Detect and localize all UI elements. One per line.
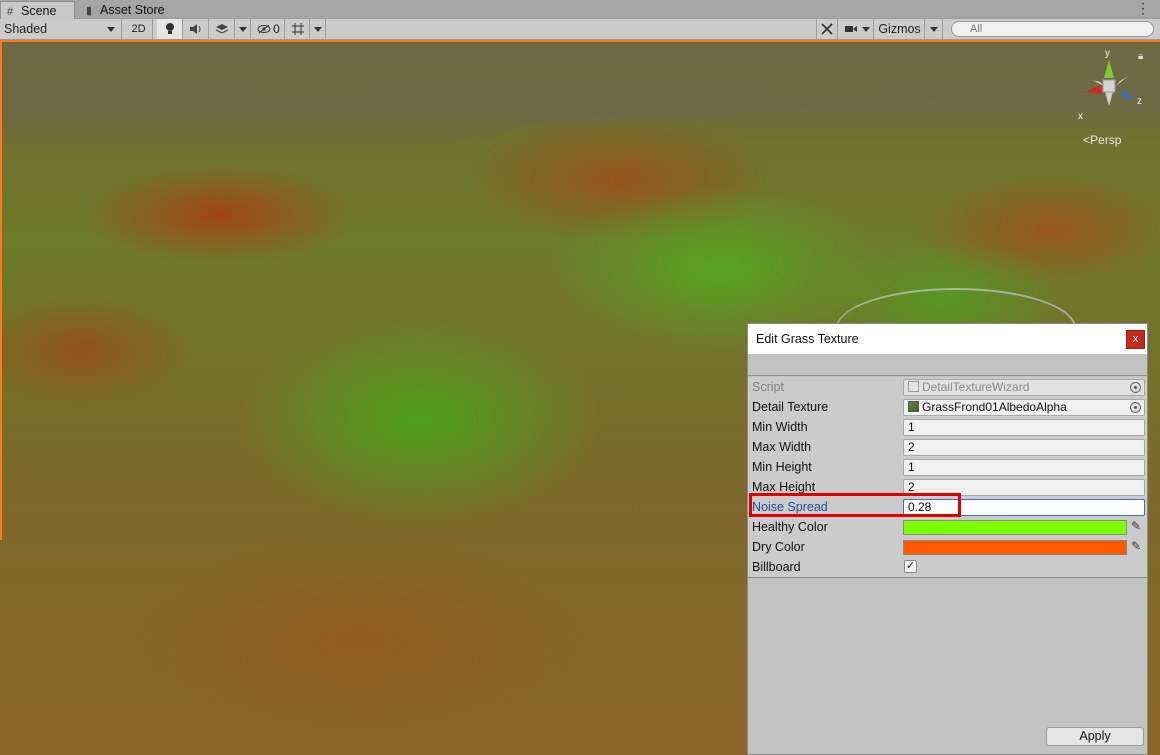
- chevron-down-icon: [929, 26, 938, 32]
- more-options-icon[interactable]: ⋮: [1136, 0, 1150, 17]
- audio-toggle-button[interactable]: [183, 19, 209, 39]
- close-button[interactable]: x: [1126, 330, 1145, 349]
- layers-icon: [215, 24, 228, 34]
- 2d-toggle-button[interactable]: 2D: [125, 19, 153, 39]
- neg-y-axis-cone: [1105, 92, 1113, 106]
- scene-sky: [0, 40, 1160, 150]
- tab-asset-store-label: Asset Store: [100, 3, 165, 17]
- property-row-min-height: Min Height 1: [748, 457, 1147, 477]
- max-height-field[interactable]: 2: [903, 479, 1145, 496]
- scene-visibility-button[interactable]: 0: [253, 19, 285, 39]
- shading-mode-dropdown[interactable]: Shaded: [0, 19, 122, 39]
- z-axis-cone: [1120, 89, 1136, 100]
- selection-outline-edge: [0, 40, 2, 540]
- dry-color-label: Dry Color: [752, 540, 805, 554]
- property-row-max-height: Max Height 2: [748, 477, 1147, 497]
- billboard-label: Billboard: [752, 560, 801, 574]
- tab-scene[interactable]: # Scene: [0, 1, 75, 19]
- script-label: Script: [752, 380, 784, 394]
- hidden-eye-icon: [257, 24, 271, 34]
- tools-button[interactable]: [816, 19, 838, 39]
- speaker-icon: [189, 24, 200, 34]
- effects-toggle-button[interactable]: [209, 19, 235, 39]
- projection-label: Persp: [1090, 133, 1122, 147]
- max-width-field[interactable]: 2: [903, 439, 1145, 456]
- property-row-min-width: Min Width 1: [748, 417, 1147, 437]
- property-row-script: Script DetailTextureWizard: [748, 377, 1147, 397]
- chevron-down-icon: [861, 26, 870, 32]
- 2d-toggle-label: 2D: [131, 23, 146, 35]
- tab-scene-label: Scene: [21, 4, 57, 18]
- property-row-noise-spread: Noise Spread 0.28: [748, 497, 1147, 517]
- min-width-field[interactable]: 1: [903, 419, 1145, 436]
- tools-icon: [821, 23, 833, 35]
- edit-grass-texture-window: Edit Grass Texture x Script DetailTextur…: [747, 323, 1148, 755]
- property-row-max-width: Max Width 2: [748, 437, 1147, 457]
- gizmo-center-cube: [1102, 79, 1116, 93]
- script-field[interactable]: DetailTextureWizard: [903, 379, 1145, 396]
- property-row-billboard: Billboard ✓: [748, 557, 1147, 577]
- chevron-down-icon: [238, 26, 247, 32]
- min-height-field[interactable]: 1: [903, 459, 1145, 476]
- texture-icon: [908, 401, 919, 412]
- gizmo-x-label: x: [1078, 111, 1083, 122]
- eyedropper-icon[interactable]: ✎: [1131, 519, 1141, 533]
- eyedropper-icon[interactable]: ✎: [1131, 539, 1141, 553]
- property-row-healthy-color: Healthy Color ✎: [748, 517, 1147, 537]
- lightbulb-icon: [165, 23, 174, 34]
- max-width-label: Max Width: [752, 440, 812, 454]
- apply-button[interactable]: Apply: [1046, 727, 1144, 746]
- gizmo-y-label: y: [1105, 48, 1110, 59]
- object-picker-icon[interactable]: [1130, 382, 1141, 393]
- chevron-down-icon: [313, 26, 322, 32]
- noise-spread-label: Noise Spread: [752, 500, 828, 514]
- shading-mode-value: Shaded: [4, 22, 48, 36]
- camera-icon: [844, 26, 857, 32]
- lighting-toggle-button[interactable]: [157, 19, 183, 39]
- hash-icon: #: [7, 6, 14, 18]
- neg-z-axis-cone: [1092, 80, 1104, 86]
- camera-settings-button[interactable]: [840, 19, 874, 39]
- noise-spread-field[interactable]: 0.28: [903, 499, 1145, 516]
- property-row-detail-texture: Detail Texture GrassFrond01AlbedoAlpha: [748, 397, 1147, 417]
- gizmos-dropdown[interactable]: [925, 19, 943, 39]
- healthy-color-label: Healthy Color: [752, 520, 828, 534]
- scene-toolbar: Shaded 2D 0 Gizmos All: [0, 19, 1160, 40]
- min-height-label: Min Height: [752, 460, 812, 474]
- script-value: DetailTextureWizard: [922, 380, 1030, 394]
- billboard-checkbox[interactable]: ✓: [904, 560, 917, 573]
- max-height-label: Max Height: [752, 480, 816, 494]
- chevron-down-icon: [107, 26, 115, 32]
- detail-texture-value: GrassFrond01AlbedoAlpha: [922, 400, 1067, 414]
- property-list: Script DetailTextureWizard Detail Textur…: [748, 377, 1147, 578]
- lock-icon[interactable]: 🔒︎: [1138, 51, 1143, 62]
- gizmos-label: Gizmos: [878, 22, 921, 36]
- script-file-icon: [908, 381, 919, 392]
- object-picker-icon[interactable]: [1130, 402, 1141, 413]
- projection-toggle[interactable]: <Persp: [1083, 133, 1121, 147]
- y-axis-cone: [1104, 60, 1114, 78]
- window-header-spacer: [748, 354, 1147, 376]
- window-title: Edit Grass Texture: [748, 324, 1147, 354]
- tab-bar: # Scene ▮ Asset Store ⋮: [0, 0, 1160, 19]
- persp-chevron-icon: <: [1083, 133, 1091, 147]
- grid-toggle-button[interactable]: [286, 19, 310, 39]
- search-input[interactable]: [951, 21, 1154, 37]
- grid-icon: [291, 23, 304, 35]
- effects-dropdown[interactable]: [235, 19, 251, 39]
- grid-dropdown[interactable]: [310, 19, 326, 39]
- dry-color-swatch[interactable]: [903, 540, 1127, 555]
- detail-texture-label: Detail Texture: [752, 400, 829, 414]
- neg-x-axis-cone: [1116, 76, 1128, 86]
- hidden-count: 0: [273, 22, 280, 36]
- tab-asset-store[interactable]: ▮ Asset Store: [80, 1, 172, 19]
- gizmo-z-label: z: [1137, 96, 1142, 107]
- min-width-label: Min Width: [752, 420, 808, 434]
- x-axis-cone: [1086, 85, 1102, 94]
- healthy-color-swatch[interactable]: [903, 520, 1127, 535]
- bag-icon: ▮: [86, 5, 93, 17]
- property-row-dry-color: Dry Color ✎: [748, 537, 1147, 557]
- detail-texture-field[interactable]: GrassFrond01AlbedoAlpha: [903, 399, 1145, 416]
- gizmos-button[interactable]: Gizmos: [875, 19, 925, 39]
